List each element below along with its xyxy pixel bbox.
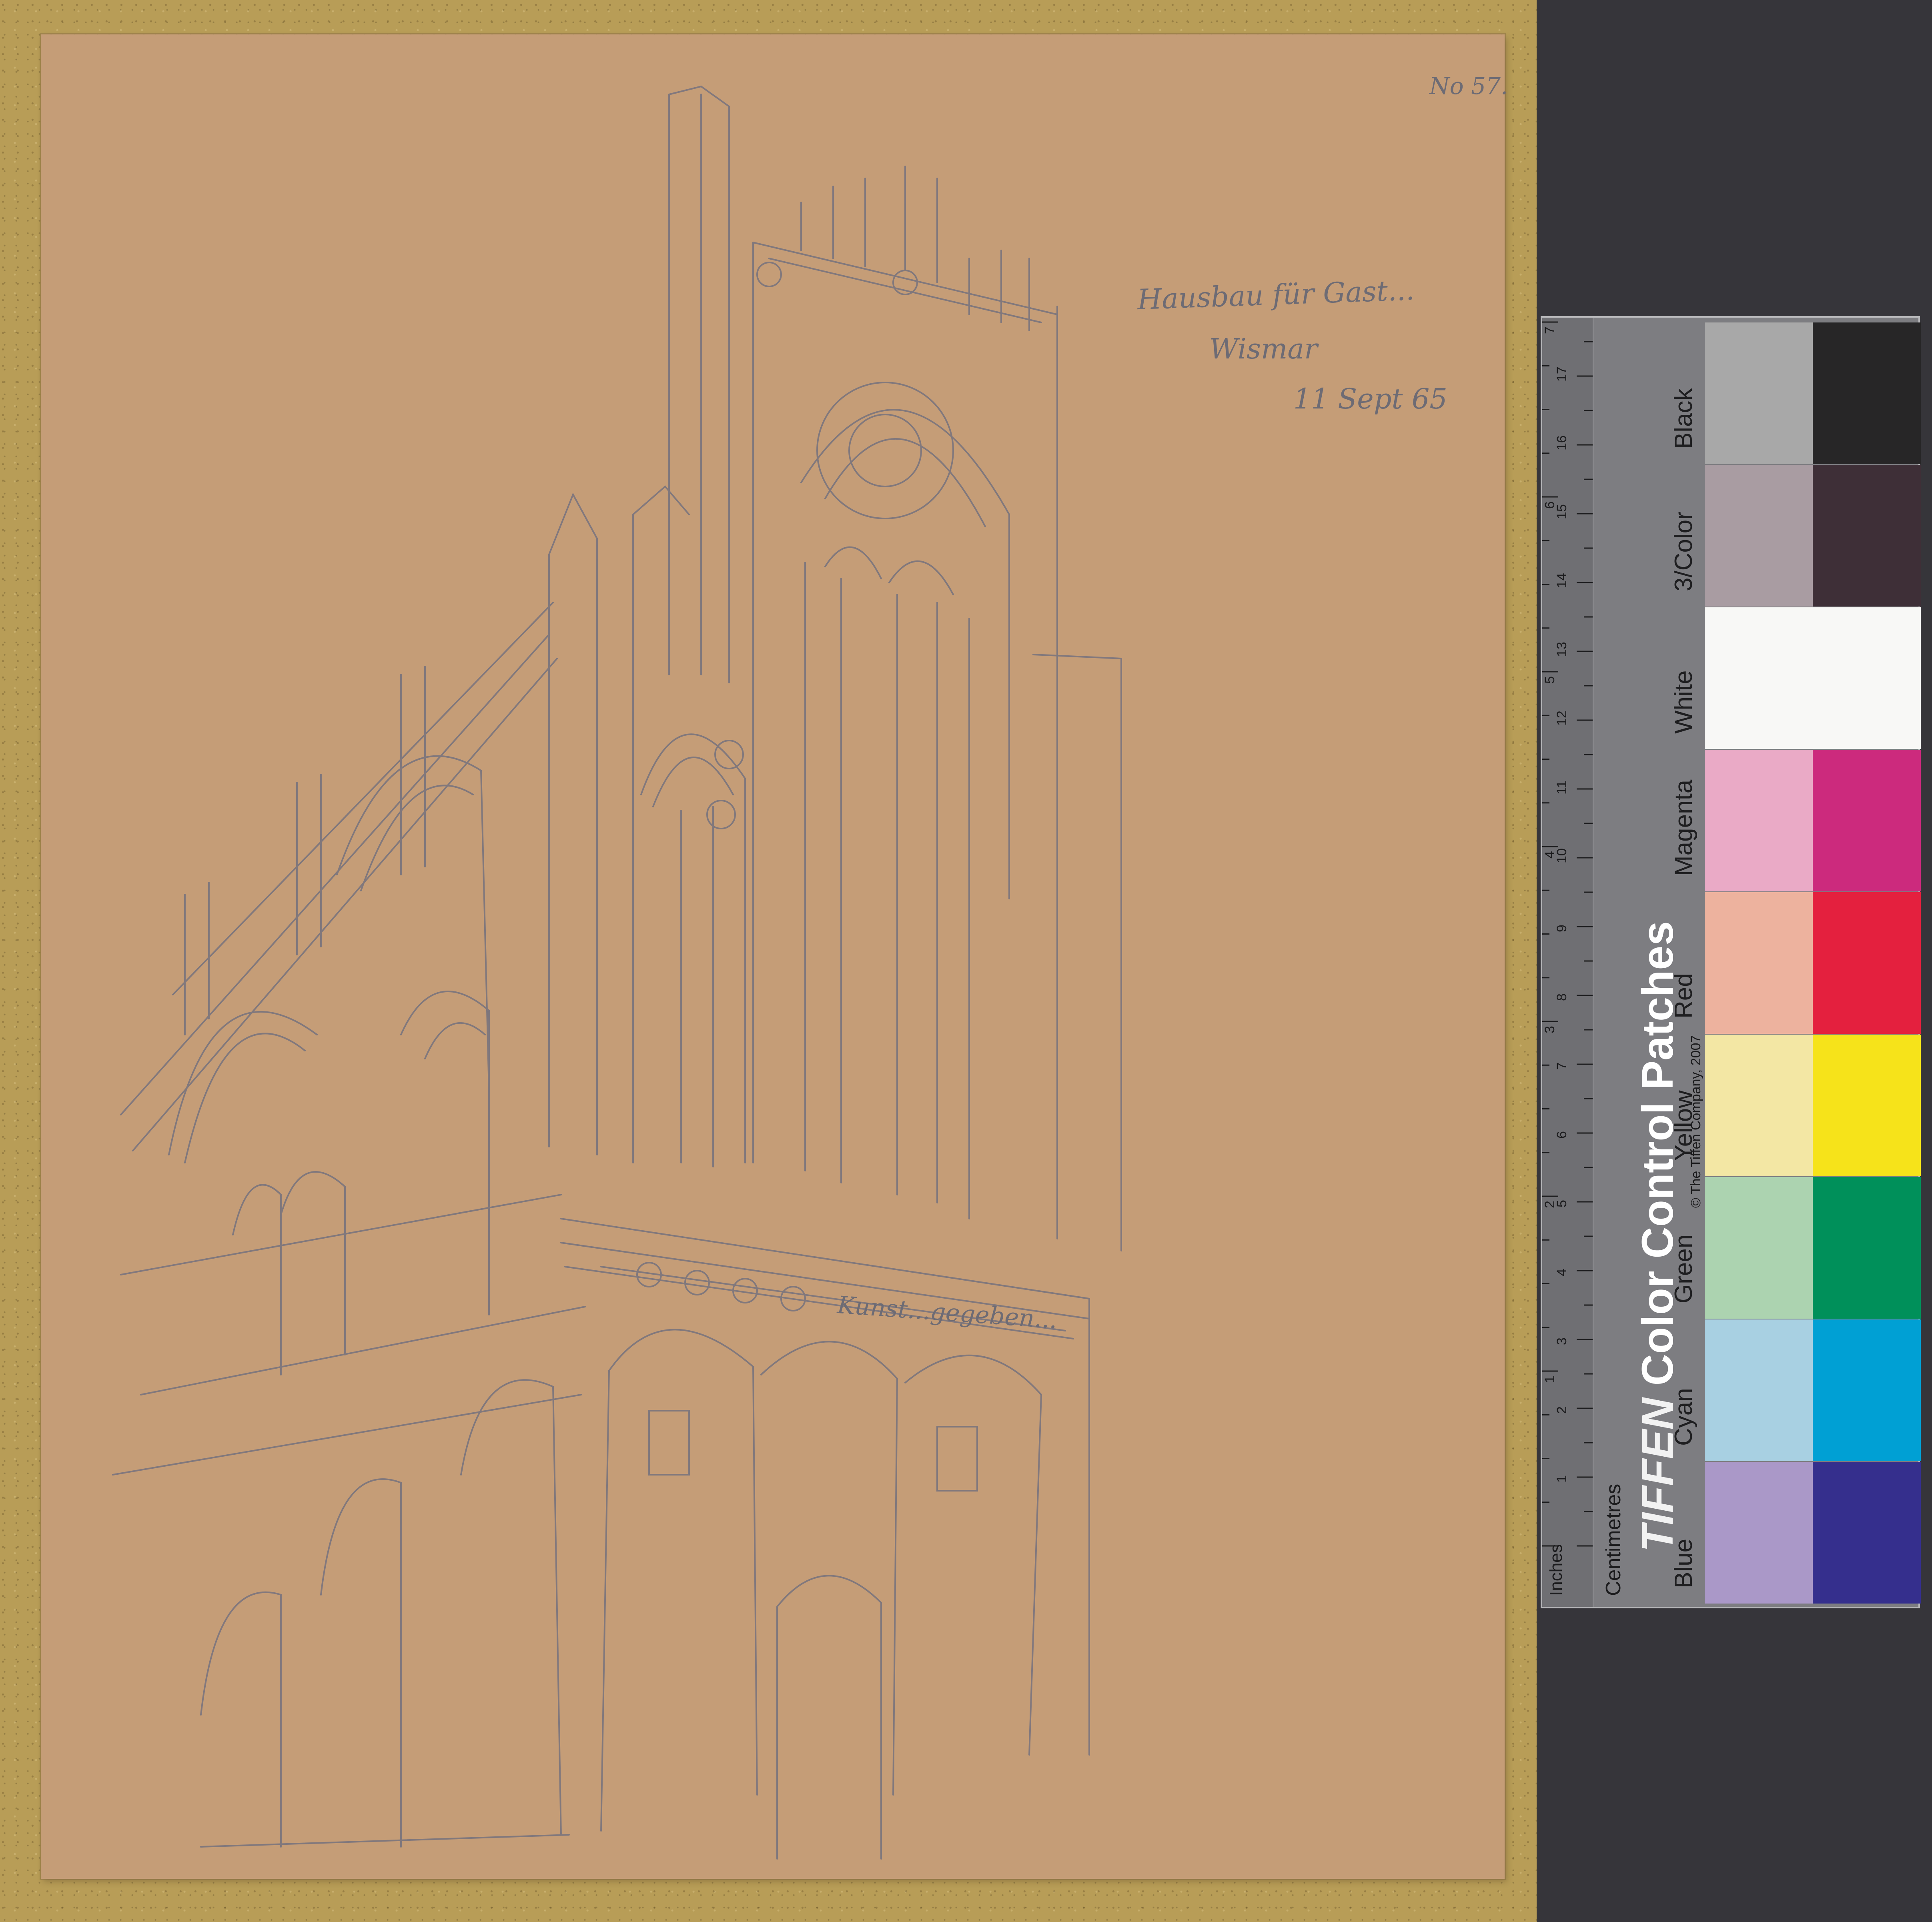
ruler-ticks: 1234567891011121314151617181912345678	[1542, 321, 1593, 1547]
cm-tick-label: 9	[1554, 925, 1569, 932]
patch-label: Black	[1670, 388, 1698, 449]
inscription-place: Wismar	[1209, 332, 1318, 365]
cm-tick-label: 8	[1554, 993, 1569, 1001]
cm-tick-label: 14	[1554, 573, 1569, 588]
patch-label: Blue	[1670, 1538, 1698, 1588]
patch-white-light	[1705, 607, 1813, 749]
patch-cyan-light	[1705, 1319, 1813, 1461]
patch-3color-light	[1705, 465, 1813, 607]
color-control-card: 1234567891011121314151617181912345678 In…	[1541, 316, 1921, 1608]
patch-3color-dark	[1813, 465, 1921, 607]
cm-tick-label: 1	[1554, 1475, 1569, 1483]
patch-label: Magenta	[1670, 779, 1698, 876]
cm-tick-label: 2	[1554, 1406, 1569, 1414]
cm-tick-label: 4	[1554, 1269, 1569, 1276]
patch-white-dark	[1813, 607, 1921, 749]
patch-black-light	[1705, 322, 1813, 464]
patch-blue-light	[1705, 1462, 1813, 1604]
sheet-number: No 57.	[1429, 72, 1508, 100]
patch-label: White	[1670, 670, 1698, 734]
patch-black-dark	[1813, 322, 1921, 464]
cm-tick-label: 16	[1554, 435, 1569, 450]
cm-tick-label: 11	[1554, 781, 1569, 795]
patch-yellow-dark	[1813, 1035, 1921, 1176]
inscription-date: 11 Sept 65	[1293, 382, 1447, 415]
patch-label: Cyan	[1670, 1388, 1698, 1446]
patch-blue-dark	[1813, 1462, 1921, 1604]
inch-tick-label: 1	[1542, 1375, 1557, 1383]
patch-green-light	[1705, 1177, 1813, 1319]
patch-label: 3/Color	[1670, 511, 1698, 591]
patch-label: Yellow	[1670, 1090, 1698, 1161]
inch-tick-label: 2	[1542, 1201, 1557, 1208]
ruler: 1234567891011121314151617181912345678	[1542, 318, 1593, 1607]
cm-tick-label: 13	[1554, 642, 1569, 657]
ruler-inches-label: Inches	[1546, 1544, 1566, 1596]
drawing-sheet: No 57. Hausbau für Gast... Wismar 11 Sep…	[41, 34, 1508, 1879]
patch-green-dark	[1813, 1177, 1921, 1319]
cm-tick-label: 3	[1554, 1337, 1569, 1345]
patch-label: Green	[1670, 1234, 1698, 1303]
patch-magenta-dark	[1813, 750, 1921, 891]
patch-red-light	[1705, 892, 1813, 1034]
cm-tick-label: 7	[1554, 1062, 1569, 1070]
ruler-cm-label: Centimetres	[1602, 1484, 1625, 1596]
inch-tick-label: 4	[1542, 851, 1557, 859]
cm-tick-label: 17	[1554, 366, 1569, 382]
inch-tick-label: 5	[1542, 676, 1557, 684]
inch-tick-label: 3	[1542, 1026, 1557, 1033]
patch-label: Red	[1670, 973, 1698, 1019]
patch-cyan-dark	[1813, 1319, 1921, 1461]
inch-tick-label: 7	[1542, 326, 1557, 334]
cm-tick-label: 12	[1554, 711, 1569, 726]
cm-tick-label: 6	[1554, 1131, 1569, 1139]
patch-red-dark	[1813, 892, 1921, 1034]
patch-magenta-light	[1705, 750, 1813, 891]
patch-yellow-light	[1705, 1035, 1813, 1176]
inch-tick-label: 6	[1542, 501, 1557, 509]
architectural-sketch	[112, 85, 1122, 1860]
